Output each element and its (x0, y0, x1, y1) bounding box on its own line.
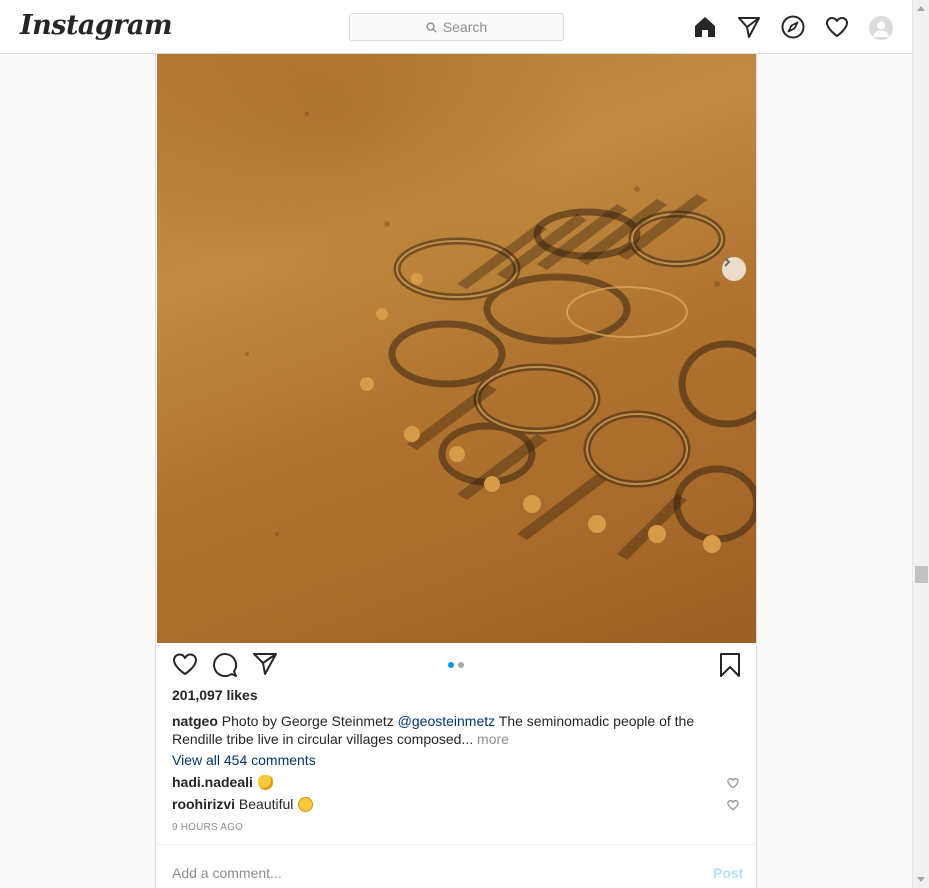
top-nav: Instagram Search (0, 0, 912, 54)
heart-icon (727, 800, 739, 811)
caption-mention[interactable]: @geosteinmetz (398, 713, 495, 729)
comment-row: roohirizvi Beautiful (172, 796, 314, 812)
comment-username[interactable]: roohirizvi (172, 796, 235, 812)
comment-like-button[interactable] (727, 798, 739, 816)
carousel-next-button[interactable] (722, 257, 746, 281)
heart-icon (727, 778, 739, 789)
post-photo[interactable] (157, 54, 756, 643)
village-aerial-image (245, 112, 756, 560)
profile-avatar[interactable] (868, 14, 894, 40)
carousel-dot-active (448, 662, 454, 668)
add-comment-bar: Add a comment... Post (156, 844, 756, 888)
direct-icon[interactable] (736, 14, 762, 40)
search-placeholder: Search (442, 19, 488, 35)
scroll-down-arrow[interactable] (917, 877, 925, 882)
feed-post: 201,097 likes natgeo Photo by George Ste… (155, 54, 757, 888)
comment-button[interactable] (212, 652, 238, 683)
carousel-dot (458, 662, 464, 668)
bookmark-icon (720, 653, 740, 677)
caption-username[interactable]: natgeo (172, 713, 218, 729)
direct-icon (253, 653, 277, 675)
share-button[interactable] (252, 652, 278, 681)
comment-username[interactable]: hadi.nadeali (172, 774, 253, 790)
chevron-right-icon (724, 257, 731, 267)
save-button[interactable] (718, 652, 742, 683)
explore-icon[interactable] (780, 14, 806, 40)
carousel-indicator (448, 662, 468, 668)
post-comment-button[interactable]: Post (713, 865, 743, 881)
scroll-up-arrow[interactable] (917, 6, 925, 11)
heart-icon (173, 653, 197, 675)
caption-text: Photo by George Steinmetz (217, 713, 398, 729)
post-timestamp[interactable]: 9 HOURS AGO (172, 822, 243, 833)
thinking-face-emoji (298, 796, 314, 812)
avatar (869, 15, 893, 40)
home-icon[interactable] (692, 14, 718, 40)
comment-icon (213, 653, 237, 677)
comment-input[interactable]: Add a comment... (172, 865, 282, 881)
clapping-hands-emoji (257, 774, 273, 790)
comment-like-button[interactable] (727, 776, 739, 794)
search-input[interactable]: Search (349, 13, 564, 41)
post-actions (156, 652, 756, 682)
view-all-comments-link[interactable]: View all 454 comments (172, 752, 316, 768)
search-icon (426, 21, 437, 33)
scroll-thumb[interactable] (915, 566, 928, 583)
page-scrollbar[interactable] (912, 0, 929, 888)
comment-text: Beautiful (238, 796, 294, 812)
caption-more-link[interactable]: more (477, 731, 509, 747)
post-caption: natgeo Photo by George Steinmetz @geoste… (172, 712, 732, 748)
instagram-logo[interactable]: Instagram (20, 10, 173, 41)
likes-count[interactable]: 201,097 likes (172, 687, 258, 703)
activity-heart-icon[interactable] (824, 14, 850, 40)
comment-row: hadi.nadeali (172, 774, 273, 790)
like-button[interactable] (172, 652, 198, 681)
